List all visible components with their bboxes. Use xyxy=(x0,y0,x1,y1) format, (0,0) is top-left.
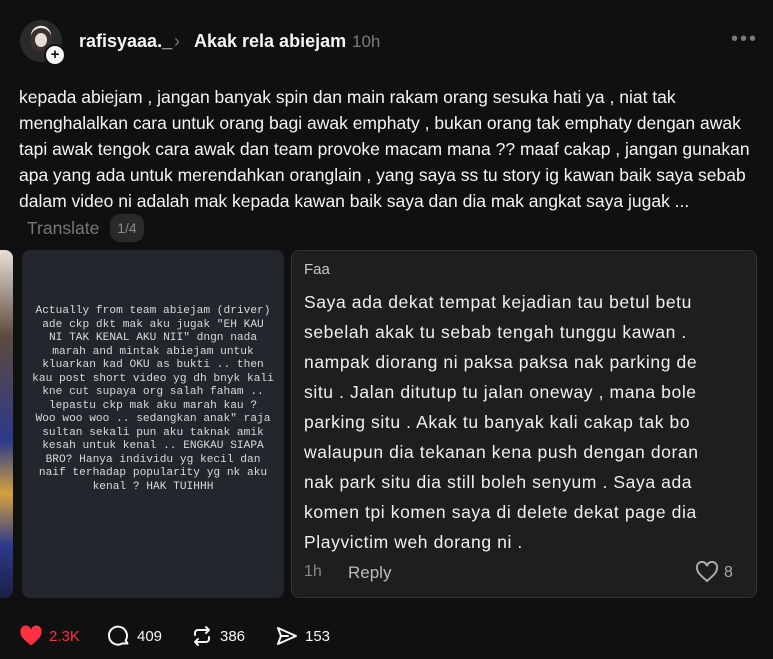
thread-title[interactable]: Akak rela abiejam xyxy=(194,31,346,52)
post-body: kepada abiejam , jangan banyak spin dan … xyxy=(19,84,759,242)
comment-button[interactable]: 409 xyxy=(107,622,162,650)
username[interactable]: rafisyaaa._ xyxy=(79,31,172,52)
follow-plus-icon[interactable]: + xyxy=(44,44,66,66)
comment-reply-label: Reply xyxy=(348,563,392,582)
repost-icon xyxy=(194,626,210,646)
like-button[interactable]: 2.3K xyxy=(19,622,80,650)
carousel-image-comment-screenshot[interactable]: Faa Saya ada dekat tempat kejadian tau b… xyxy=(291,250,757,598)
translate-link[interactable]: Translate xyxy=(27,218,99,238)
carousel-image-previous[interactable] xyxy=(0,250,13,598)
repost-button[interactable]: 386 xyxy=(190,622,245,650)
share-button[interactable]: 153 xyxy=(275,622,330,650)
comment-count: 409 xyxy=(137,627,163,645)
post-time: 10h xyxy=(352,32,381,51)
avatar[interactable]: + xyxy=(20,20,66,66)
post-text: kepada abiejam , jangan banyak spin dan … xyxy=(19,87,750,211)
post-header: + rafisyaaa._ › Akak rela abiejam 10h ••… xyxy=(0,0,773,82)
comment-like-count: 8 xyxy=(724,564,733,581)
image-text: Actually from team abiejam (driver) ade … xyxy=(32,305,274,493)
comment-time: 1h xyxy=(304,563,322,580)
repost-count: 386 xyxy=(220,627,246,645)
comment-icon xyxy=(108,625,129,646)
page-indicator: 1/4 xyxy=(110,214,144,242)
comment-text: Saya ada dekat tempat kejadian tau betul… xyxy=(304,292,699,552)
comment-heart-icon xyxy=(695,561,719,583)
share-count: 153 xyxy=(305,627,331,645)
like-count: 2.3K xyxy=(49,627,80,645)
chevron-right-icon: › xyxy=(174,31,180,51)
heart-icon xyxy=(20,625,42,646)
more-icon[interactable]: ••• xyxy=(731,28,758,51)
comment-author: Faa xyxy=(304,261,330,278)
send-icon xyxy=(277,627,297,645)
